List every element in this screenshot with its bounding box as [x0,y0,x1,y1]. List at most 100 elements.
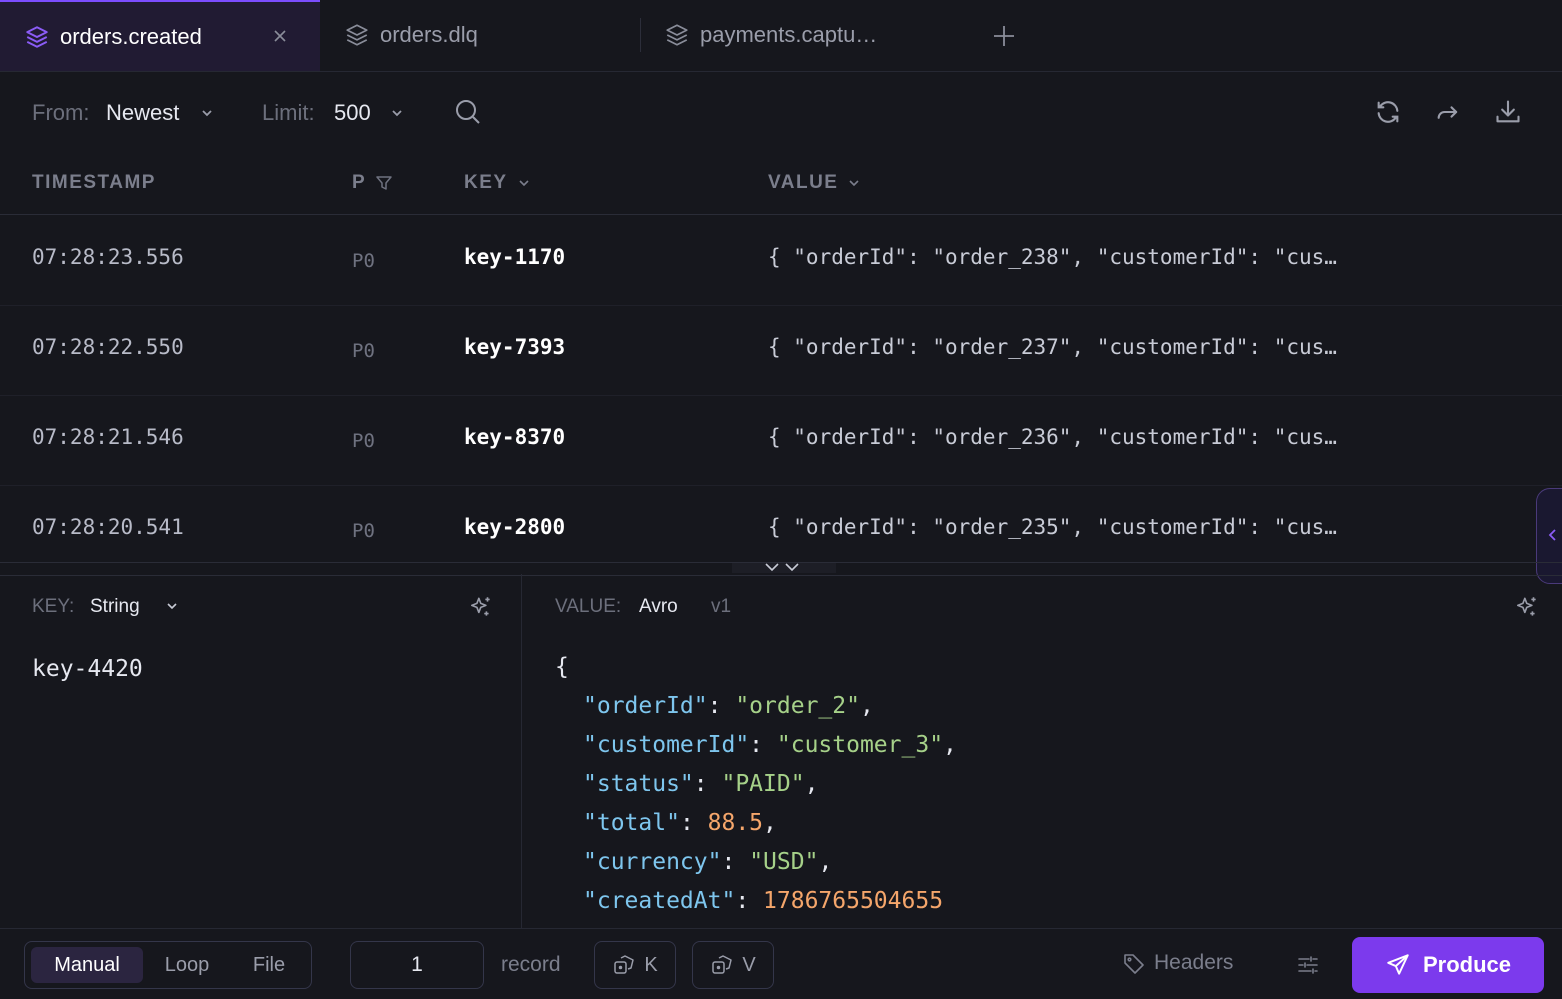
json-value: 88.5 [707,810,764,836]
forward-icon[interactable] [1434,98,1462,126]
tab-payments-captured[interactable]: payments.captu… [640,0,970,71]
headers-button[interactable]: Headers [1122,951,1233,975]
mode-file[interactable]: File [231,947,307,983]
settings-sliders-icon[interactable] [1296,953,1320,977]
json-line: "orderId": "order_2", [583,693,874,719]
key-cell: key-2800 [464,515,566,539]
dice-icon [710,953,734,977]
json-line: "total": 88.5, [583,810,777,836]
chevron-down-icon[interactable] [198,104,216,122]
schema-version: v1 [711,596,732,617]
produce-bar: Manual Loop File record K V Headers Prod… [0,928,1562,999]
value-cell: { "orderId": "order_237", "customerId": … [768,335,1337,359]
close-icon[interactable] [270,26,290,46]
json-key: "currency" [583,849,722,875]
json-key: "total" [583,810,680,836]
chevron-double-down-icon [762,561,806,575]
key-cell: key-8370 [464,425,566,449]
key-cell: key-1170 [464,245,566,269]
partition-cell: P0 [352,340,375,362]
value-column-header[interactable]: VALUE [768,172,862,194]
timestamp-cell: 07:28:21.546 [32,425,184,449]
value-button-label: V [742,953,756,976]
chevron-down-icon[interactable] [846,175,862,191]
timestamp-cell: 07:28:20.541 [32,515,184,539]
key-format-select[interactable]: String [90,596,140,618]
message-toolbar: From: Newest Limit: 500 [0,72,1562,152]
chevron-down-icon[interactable] [164,598,180,614]
download-icon[interactable] [1494,98,1522,126]
json-line: "status": "PAID", [583,771,819,797]
value-format[interactable]: Avro [639,596,678,618]
value-dice-button[interactable]: V [692,941,774,989]
column-label: TIMESTAMP [32,172,156,193]
json-line: "customerId": "customer_3", [583,732,957,758]
sparkles-icon[interactable] [1514,594,1540,620]
value-cell: { "orderId": "order_236", "customerId": … [768,425,1337,449]
column-label: P [352,172,367,193]
tab-orders-dlq[interactable]: orders.dlq [320,0,640,71]
table-row[interactable]: 07:28:23.556 P0 key-1170 { "orderId": "o… [0,215,1562,306]
table-row[interactable]: 07:28:20.541 P0 key-2800 { "orderId": "o… [0,485,1562,562]
value-cell: { "orderId": "order_235", "customerId": … [768,515,1337,539]
limit-select[interactable]: 500 [334,100,371,126]
json-line: "currency": "USD", [583,849,833,875]
produce-button[interactable]: Produce [1352,937,1544,993]
timestamp-cell: 07:28:22.550 [32,335,184,359]
record-count-input[interactable] [350,941,484,989]
search-icon[interactable] [454,98,482,126]
timestamp-column-header[interactable]: TIMESTAMP [32,172,156,194]
table-header: TIMESTAMP P KEY VALUE [0,152,1562,215]
tab-bar: orders.created orders.dlq payments.captu… [0,0,1562,72]
column-label: KEY [464,172,508,193]
value-cell: { "orderId": "order_238", "customerId": … [768,245,1337,269]
json-value: "order_2" [735,693,860,719]
key-editor: KEY: String key-4420 [0,574,522,928]
key-format-label: KEY: [32,596,75,617]
record-unit-label: record [501,953,561,976]
tab-label: orders.dlq [380,22,478,47]
column-label: VALUE [768,172,839,193]
layers-icon [24,24,50,50]
mode-loop[interactable]: Loop [147,947,227,983]
chevron-left-icon [1545,527,1561,543]
from-label: From: [32,100,90,125]
partition-column-header[interactable]: P [352,172,394,194]
partition-cell: P0 [352,250,375,272]
partition-cell: P0 [352,430,375,452]
filter-icon[interactable] [374,173,394,193]
chevron-down-icon[interactable] [388,104,406,122]
tab-label: payments.captu… [700,22,878,47]
from-select[interactable]: Newest [106,100,179,126]
key-content[interactable]: key-4420 [32,656,143,682]
chevron-down-icon[interactable] [516,175,532,191]
table-row[interactable]: 07:28:22.550 P0 key-7393 { "orderId": "o… [0,305,1562,396]
tab-label: orders.created [60,24,202,49]
send-icon [1385,952,1411,978]
key-dice-button[interactable]: K [594,941,676,989]
produce-label: Produce [1422,952,1512,977]
key-column-header[interactable]: KEY [464,172,532,194]
sparkles-icon[interactable] [468,594,494,620]
json-key: "orderId" [583,693,708,719]
key-cell: key-7393 [464,335,566,359]
json-key: "createdAt" [583,888,736,914]
json-value: "PAID" [721,771,805,797]
dice-icon [612,953,636,977]
table-row[interactable]: 07:28:21.546 P0 key-8370 { "orderId": "o… [0,395,1562,486]
refresh-icon[interactable] [1374,98,1402,126]
add-tab-icon[interactable] [990,22,1018,50]
divider-grip[interactable] [732,563,836,573]
timestamp-cell: 07:28:23.556 [32,245,184,269]
tag-icon [1122,951,1146,975]
partition-cell: P0 [352,520,375,542]
tab-orders-created[interactable]: orders.created [0,0,320,71]
value-format-label: VALUE: [555,596,622,617]
limit-label: Limit: [262,100,315,125]
json-line: "createdAt": 1786765504655 [583,888,944,914]
json-key: "customerId" [583,732,750,758]
json-open-brace: { [555,654,569,680]
layers-icon [344,22,370,48]
layers-icon [664,22,690,48]
mode-manual[interactable]: Manual [31,947,143,983]
